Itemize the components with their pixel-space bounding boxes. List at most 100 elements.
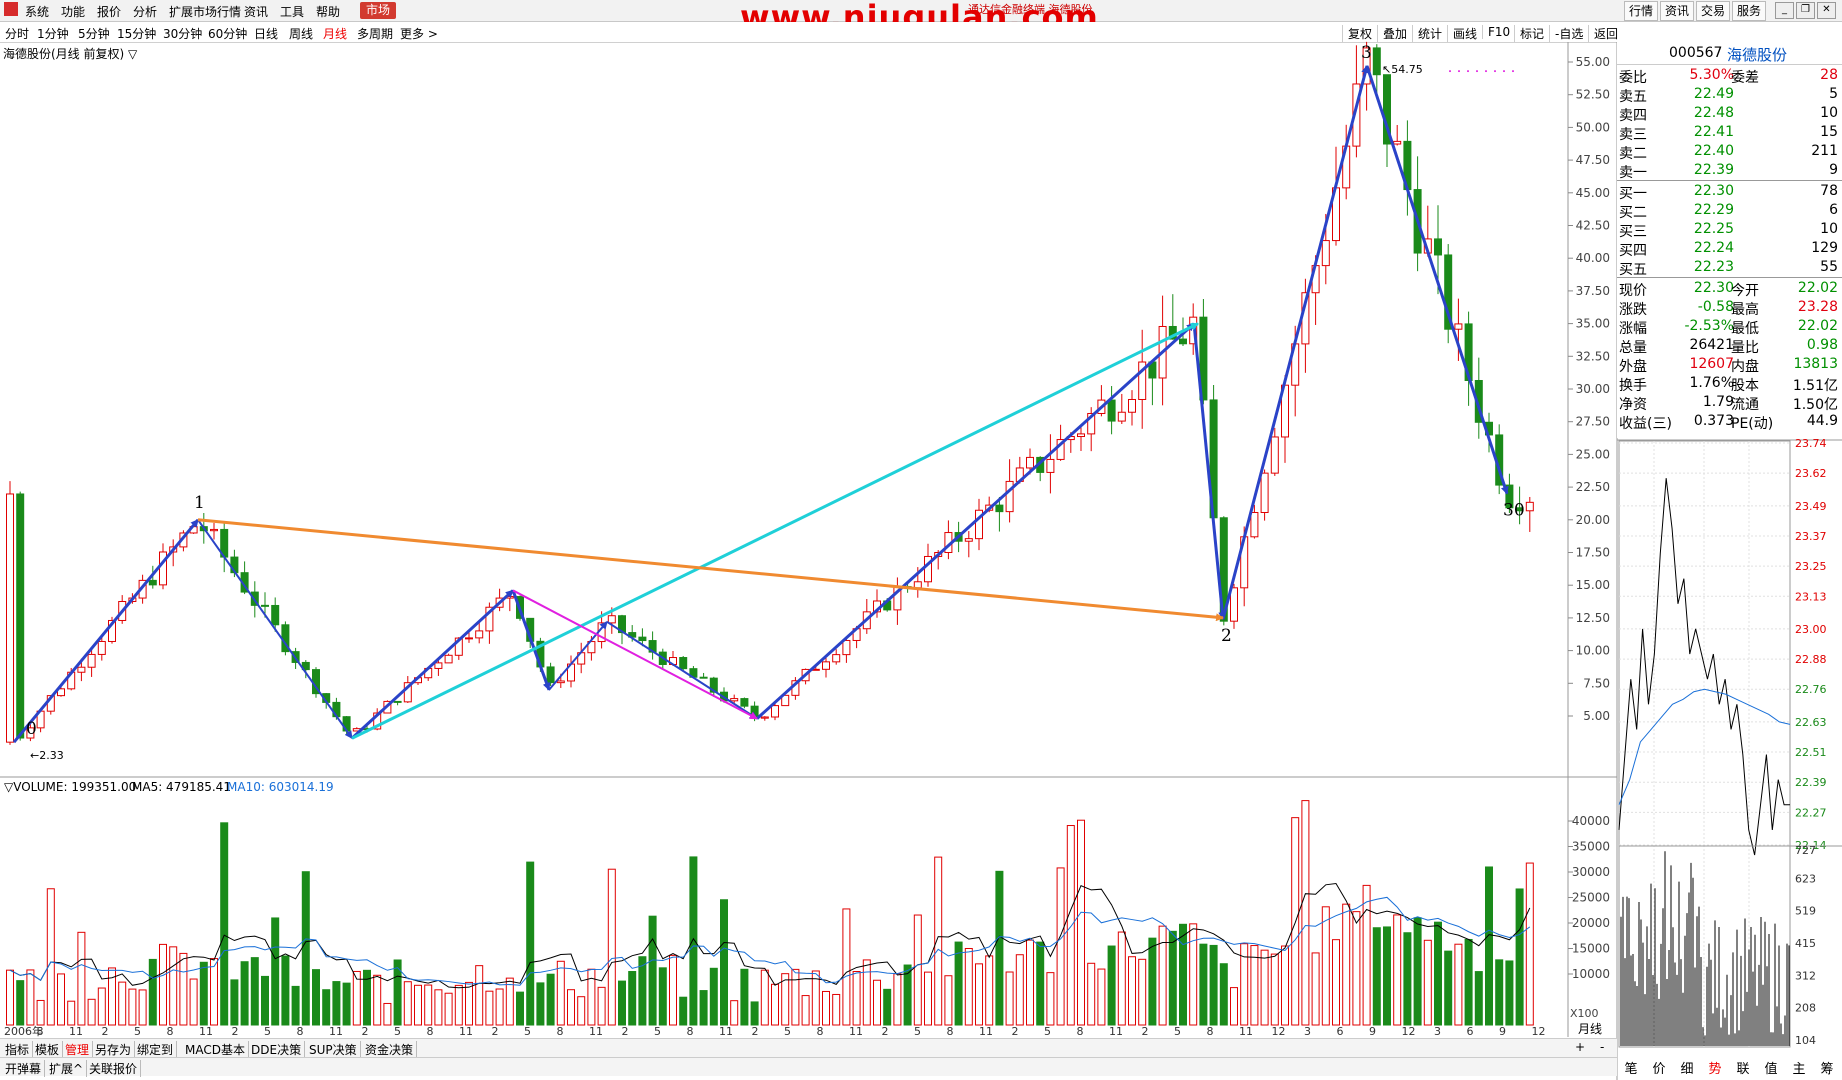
quote-label: 买二: [1619, 205, 1647, 221]
kline-chart[interactable]: 海德股份(月线 前复权) ▽ ▽VOLUME: 199351.00 MA5: 4…: [0, 0, 1842, 1080]
volume-bar: [179, 952, 188, 1026]
tab-save-as[interactable]: 另存为: [92, 1041, 136, 1058]
expand-button[interactable]: 扩展^: [46, 1060, 88, 1077]
volume-bar: [832, 993, 841, 1026]
quote-value: 22.29: [1693, 202, 1734, 218]
volume-bar: [77, 931, 86, 1026]
candle-body: [87, 653, 96, 668]
volume-bar: [230, 979, 239, 1026]
price-tick-label: 55.00: [1576, 55, 1610, 69]
related-quote-button[interactable]: 关联报价: [86, 1060, 142, 1077]
side-tab[interactable]: 价: [1645, 1058, 1673, 1077]
low-price-label: ←2.33: [30, 749, 64, 762]
stat-row: 现价 22.30 今开 22.02: [1618, 279, 1840, 299]
side-tab[interactable]: 值: [1757, 1058, 1785, 1077]
quote-value: 12607: [1689, 356, 1734, 372]
x-axis-label: 11: [849, 1025, 863, 1038]
volume-bar: [148, 958, 157, 1026]
volume-bar: [526, 861, 535, 1026]
side-tab[interactable]: 细: [1673, 1058, 1701, 1077]
danmaku-button[interactable]: 开弹幕: [2, 1060, 46, 1077]
volume-bar: [1403, 932, 1412, 1026]
volume-bar: [1485, 866, 1493, 1026]
mini-price-label: 23.25: [1795, 560, 1827, 573]
x-axis-label: 5: [264, 1025, 271, 1038]
quote-value: 78: [1820, 183, 1838, 199]
tab-indicator[interactable]: 指标: [2, 1041, 34, 1058]
quote-value: 13813: [1793, 356, 1838, 372]
quote-label: 涨幅: [1619, 321, 1647, 337]
side-tab[interactable]: 笔: [1617, 1058, 1645, 1077]
zoom-out-icon[interactable]: -: [1600, 1040, 1604, 1054]
volume-bar: [1362, 884, 1371, 1026]
bid-row: 买四 22.24 129: [1618, 239, 1840, 259]
side-tab[interactable]: 联: [1729, 1058, 1757, 1077]
tab-macd[interactable]: MACD基本: [182, 1041, 249, 1058]
quote-value: 1.79: [1702, 394, 1734, 410]
candle-body: [760, 716, 769, 719]
volume-bar: [1372, 927, 1381, 1026]
candle-body: [393, 700, 402, 703]
mini-price-label: 23.62: [1795, 467, 1827, 480]
quote-label: 卖三: [1619, 127, 1647, 143]
volume-bar: [556, 960, 565, 1026]
volume-bar: [750, 1001, 759, 1026]
tab-template[interactable]: 模板: [32, 1041, 64, 1058]
x-axis-label: 11: [719, 1025, 733, 1038]
tab-bind-to[interactable]: 绑定到: [134, 1041, 178, 1058]
volume-bar: [1444, 950, 1453, 1026]
tab-dde[interactable]: DDE决策: [248, 1041, 306, 1058]
price-tick-label: 15.00: [1576, 578, 1610, 592]
candle-body: [995, 504, 1004, 513]
volume-bar: [220, 822, 229, 1026]
quote-value: -2.53%: [1684, 318, 1734, 334]
quote-label: 买三: [1619, 224, 1647, 240]
x-axis-label: 2: [1142, 1025, 1149, 1038]
volume-bar: [730, 1000, 739, 1026]
price-tick-label: 17.50: [1576, 546, 1610, 560]
volume-bar: [210, 958, 218, 1026]
tab-manage[interactable]: 管理: [62, 1041, 94, 1058]
side-tab[interactable]: 筹: [1813, 1058, 1841, 1077]
quote-value: 129: [1811, 240, 1838, 256]
volume-bar: [1097, 968, 1106, 1026]
volume-bar: [1219, 963, 1228, 1026]
x-axis-label: 5: [1044, 1025, 1051, 1038]
cyan-trend-line: [351, 322, 1199, 740]
volume-bar: [1199, 943, 1208, 1026]
ma10-label: MA10: 603014.19: [227, 780, 334, 794]
quote-label: 收益(三): [1619, 416, 1672, 432]
volume-bar: [271, 917, 280, 1026]
candle-body: [1434, 238, 1442, 256]
quote-value: 1.50亿: [1792, 397, 1838, 413]
volume-bar: [1209, 944, 1218, 1026]
bid-row: 买一 22.30 78: [1618, 182, 1840, 202]
volume-bar: [862, 959, 871, 1026]
price-tick-label: 40.00: [1576, 251, 1610, 265]
volume-bar: [801, 995, 810, 1026]
volume-bar: [913, 914, 922, 1026]
quote-label: 总量: [1619, 340, 1647, 356]
volume-bar: [373, 974, 382, 1026]
side-tab[interactable]: 主: [1785, 1058, 1813, 1077]
volume-bar: [332, 981, 341, 1026]
zoom-in-icon[interactable]: +: [1575, 1040, 1585, 1054]
wave-line: [197, 519, 353, 740]
price-tick-label: 37.50: [1576, 284, 1610, 298]
candle-body: [1372, 47, 1381, 76]
volume-bar: [934, 856, 943, 1026]
side-tab[interactable]: 势: [1701, 1058, 1729, 1077]
volume-tick-label: 35000: [1572, 840, 1610, 854]
wave-label: 30: [1503, 501, 1525, 521]
volume-bar: [1148, 937, 1157, 1026]
x-axis-label: 2: [492, 1025, 499, 1038]
tab-sup[interactable]: SUP决策: [306, 1041, 361, 1058]
tab-capital[interactable]: 资金决策: [362, 1041, 418, 1058]
volume-bar: [607, 868, 616, 1026]
quote-label: PE(动): [1731, 416, 1774, 432]
candle-body: [730, 698, 739, 702]
candle-body: [465, 637, 473, 640]
volume-bar: [1413, 917, 1422, 1026]
quote-value: 55: [1820, 259, 1838, 275]
mini-price-label: 22.63: [1795, 716, 1827, 729]
